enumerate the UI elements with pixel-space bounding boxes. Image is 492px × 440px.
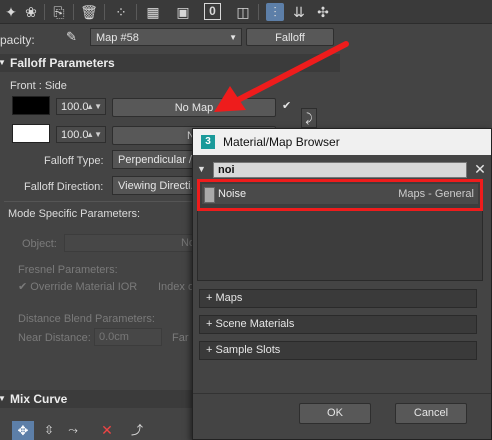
map-name-text: Map #58 bbox=[96, 32, 139, 44]
material-toggle-icon[interactable]: ⫶ bbox=[266, 3, 284, 21]
scale-point-icon[interactable]: ⇳ bbox=[38, 421, 60, 440]
fresnel-label: Fresnel Parameters: bbox=[18, 264, 118, 276]
search-input[interactable]: noi bbox=[213, 162, 467, 178]
collapse-arrow-icon: ▼ bbox=[0, 394, 6, 403]
category-maps[interactable]: + Maps bbox=[199, 289, 477, 308]
toolbar-separator bbox=[44, 4, 45, 20]
front-amount-spinner[interactable]: 100.0 ▲▼ bbox=[56, 98, 106, 115]
front-color-swatch[interactable] bbox=[12, 96, 50, 115]
index-label: Index o bbox=[158, 281, 195, 293]
clear-search-icon[interactable]: ✕ bbox=[473, 161, 487, 177]
side-color-swatch[interactable] bbox=[12, 124, 50, 143]
opacity-label: pacity: bbox=[0, 33, 35, 47]
toolbar-separator bbox=[136, 4, 137, 20]
nav-down-icon[interactable]: ⇊ bbox=[290, 3, 308, 21]
object-pick-button: No bbox=[64, 234, 204, 252]
result-category: Maps - General bbox=[398, 188, 474, 200]
falloff-direction-label: Falloff Direction: bbox=[24, 181, 104, 193]
falloff-direction-dropdown[interactable]: Viewing Directi... bbox=[112, 176, 202, 195]
category-scene-materials[interactable]: + Scene Materials bbox=[199, 315, 477, 334]
material-editor-toolbar: ✦ ❀ ⎘ 🗑 ⁘ ▦ ▣ 0 ◫ ⫶ ⇊ ✣ bbox=[0, 0, 492, 24]
material-map-browser-dialog: 3 Material/Map Browser ▼ noi ✕ Noise Map… bbox=[192, 128, 492, 440]
search-options-chevron-icon[interactable]: ▼ bbox=[197, 163, 209, 175]
front-side-label: Front : Side bbox=[10, 80, 67, 92]
panel-background bbox=[340, 24, 492, 128]
rollout-title: Falloff Parameters bbox=[10, 56, 115, 70]
reset-curve-icon[interactable]: ⤴ bbox=[126, 421, 148, 440]
falloff-type-dropdown[interactable]: Perpendicular / bbox=[112, 150, 202, 169]
scatter-icon[interactable]: ⁘ bbox=[112, 3, 130, 21]
frame-icon[interactable]: ◫ bbox=[234, 3, 252, 21]
annotation-arrow bbox=[214, 41, 349, 112]
override-ior-label: Override Material IOR bbox=[30, 281, 138, 293]
insert-point-icon[interactable]: ⤳ bbox=[62, 421, 84, 440]
max-logo-icon: 3 bbox=[201, 135, 215, 149]
toolbar-separator bbox=[73, 4, 74, 20]
spinner-arrows-icon: ▲▼ bbox=[86, 102, 102, 111]
trash-icon[interactable]: 🗑 bbox=[80, 3, 98, 21]
result-item-noise[interactable]: Noise Maps - General bbox=[202, 184, 478, 204]
dialog-title-bar[interactable]: 3 Material/Map Browser bbox=[193, 129, 491, 155]
dialog-title: Material/Map Browser bbox=[223, 135, 340, 149]
side-amount-spinner[interactable]: 100.0 ▲▼ bbox=[56, 126, 106, 143]
collapse-arrow-icon: ▼ bbox=[0, 58, 6, 67]
near-distance-value: 0.0cm bbox=[99, 331, 129, 343]
divider bbox=[193, 393, 491, 394]
near-distance-label: Near Distance: bbox=[18, 332, 91, 344]
sphere-icon[interactable]: ❀ bbox=[22, 3, 40, 21]
toolbar-separator bbox=[258, 4, 259, 20]
toolbar-separator bbox=[104, 4, 105, 20]
rollout-title: Mix Curve bbox=[10, 392, 68, 406]
near-distance-spinner: 0.0cm bbox=[94, 328, 162, 346]
ok-button[interactable]: OK bbox=[299, 403, 371, 424]
checker-icon[interactable]: ▦ bbox=[144, 3, 162, 21]
sample-icon[interactable]: ✣ bbox=[314, 3, 332, 21]
browser-empty-area bbox=[197, 363, 483, 393]
eyedropper-icon[interactable]: ⎘ bbox=[50, 3, 68, 21]
override-ior-checkbox: ✔ Override Material IOR bbox=[18, 279, 137, 295]
move-point-icon[interactable]: ✥ bbox=[12, 421, 34, 440]
mode-specific-label: Mode Specific Parameters: bbox=[8, 208, 141, 220]
delete-point-icon[interactable]: ✕ bbox=[96, 421, 118, 440]
spinner-arrows-icon: ▲▼ bbox=[86, 130, 102, 139]
render-icon[interactable]: ✦ bbox=[2, 3, 20, 21]
check-icon: ✔ bbox=[18, 281, 28, 293]
result-name: Noise bbox=[218, 188, 247, 200]
eyedropper-icon[interactable]: ✎ bbox=[66, 28, 84, 46]
zero-icon[interactable]: 0 bbox=[204, 3, 221, 20]
falloff-type-label: Falloff Type: bbox=[44, 155, 104, 167]
category-sample-slots[interactable]: + Sample Slots bbox=[199, 341, 477, 360]
object-label: Object: bbox=[22, 238, 57, 250]
cancel-button[interactable]: Cancel bbox=[395, 403, 467, 424]
noise-map-icon bbox=[204, 187, 215, 203]
front-amount-value: 100.0 bbox=[61, 101, 89, 113]
side-amount-value: 100.0 bbox=[61, 129, 89, 141]
distance-blend-label: Distance Blend Parameters: bbox=[18, 313, 155, 325]
save-icon[interactable]: ▣ bbox=[174, 3, 192, 21]
